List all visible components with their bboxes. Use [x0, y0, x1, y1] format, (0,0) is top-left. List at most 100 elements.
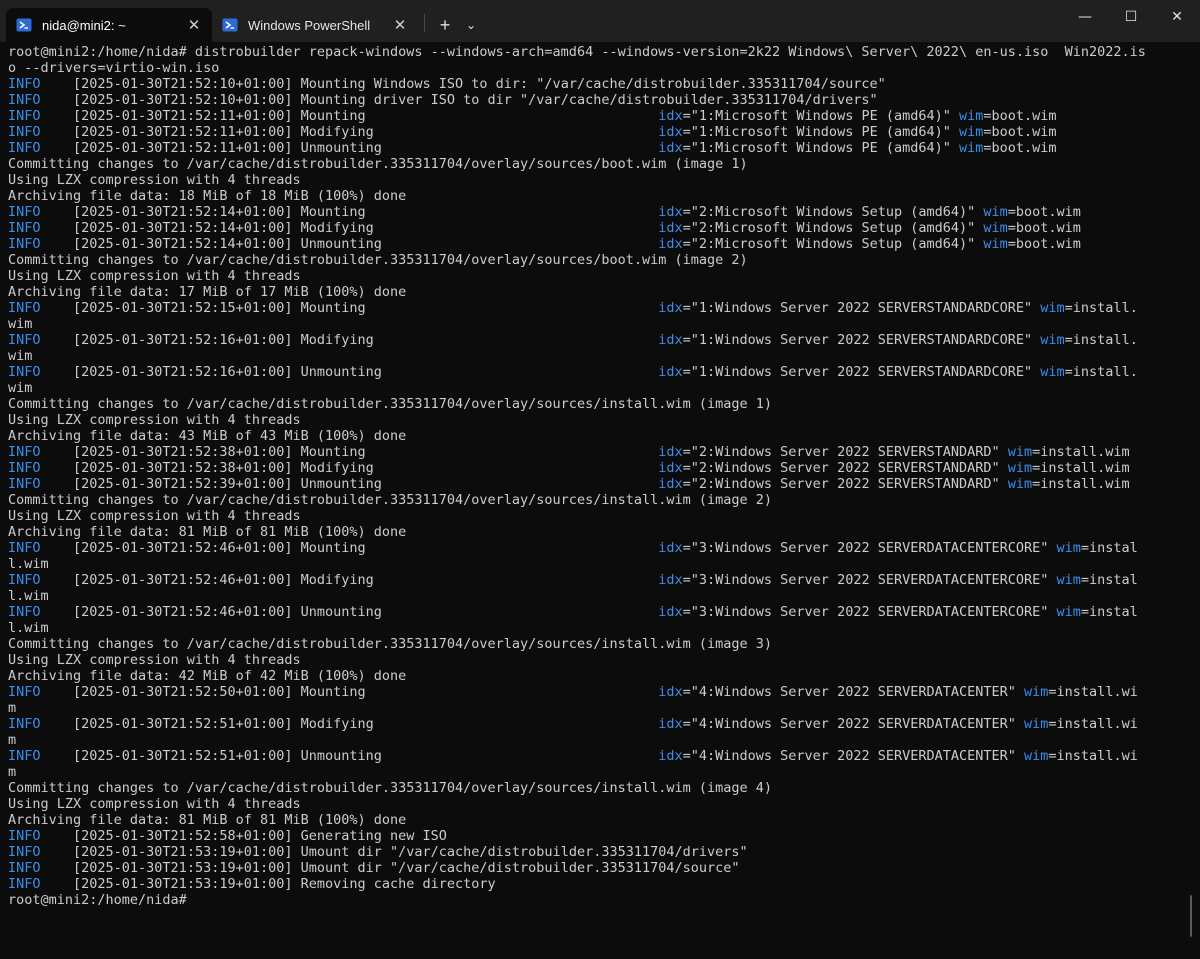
close-window-button[interactable]: ✕ [1154, 0, 1200, 34]
maximize-button[interactable]: ☐ [1108, 0, 1154, 34]
line-text: Committing changes to /var/cache/distrob… [8, 156, 748, 172]
idx-value: "1:Microsoft Windows PE (amd64)" [690, 124, 959, 140]
wim-value: install.wi [1056, 716, 1138, 732]
close-tab-icon[interactable]: ✕ [186, 16, 202, 34]
wim-key: wim [983, 204, 1008, 220]
terminal-line: Archiving file data: 81 MiB of 81 MiB (1… [8, 524, 1184, 540]
wim-key: wim [1024, 684, 1049, 700]
new-tab-button[interactable]: + [431, 8, 459, 42]
tab-strip: nida@mini2: ~ ✕ Windows PowerShell ✕ + ⌄ [0, 0, 483, 42]
idx-value: "3:Windows Server 2022 SERVERDATACENTERC… [690, 604, 1057, 620]
terminal-line: INFO [2025-01-30T21:52:51+01:00] Unmount… [8, 748, 1138, 764]
log-message: [2025-01-30T21:52:14+01:00] Modifying [40, 220, 659, 236]
log-message: [2025-01-30T21:52:16+01:00] Modifying [40, 332, 659, 348]
idx-value: "4:Windows Server 2022 SERVERDATACENTER" [690, 716, 1025, 732]
terminal-line: Committing changes to /var/cache/distrob… [8, 492, 1184, 508]
terminal-scrollbar[interactable] [1190, 895, 1192, 937]
line-text: Committing changes to /var/cache/distrob… [8, 252, 748, 268]
terminal-line: Archiving file data: 18 MiB of 18 MiB (1… [8, 188, 1184, 204]
terminal-line: INFO [2025-01-30T21:52:51+01:00] Modifyi… [8, 716, 1138, 732]
wim-value: instal [1089, 572, 1138, 588]
log-message: [2025-01-30T21:53:19+01:00] Umount dir "… [40, 844, 748, 860]
wim-key: wim [1056, 604, 1081, 620]
line-text: root@mini2:/home/nida# distrobuilder rep… [8, 44, 1146, 60]
log-level: INFO [8, 124, 41, 140]
wim-value: instal [1089, 540, 1138, 556]
terminal-line: m [8, 764, 1184, 780]
log-level: INFO [8, 540, 41, 556]
idx-key: idx [658, 748, 683, 764]
wim-key: wim [1007, 460, 1033, 476]
terminal-line: INFO [2025-01-30T21:53:19+01:00] Umount … [8, 860, 1184, 876]
terminal-line: Committing changes to /var/cache/distrob… [8, 780, 1184, 796]
line-text: m [8, 700, 17, 716]
terminal-line: INFO [2025-01-30T21:52:16+01:00] Modifyi… [8, 332, 1138, 348]
log-level: INFO [8, 716, 41, 732]
terminal-line: INFO [2025-01-30T21:52:14+01:00] Unmount… [8, 236, 1081, 252]
line-text: Committing changes to /var/cache/distrob… [8, 492, 773, 508]
line-text: Committing changes to /var/cache/distrob… [8, 396, 773, 412]
wim-value: install.wim [1040, 460, 1130, 476]
log-message: [2025-01-30T21:52:14+01:00] Mounting [40, 204, 659, 220]
log-message: [2025-01-30T21:52:51+01:00] Unmounting [40, 748, 659, 764]
terminal-line: root@mini2:/home/nida# distrobuilder rep… [8, 44, 1184, 60]
idx-value: "2:Windows Server 2022 SERVERSTANDARD" [690, 476, 1008, 492]
idx-value: "2:Microsoft Windows Setup (amd64)" [690, 220, 984, 236]
line-text: l.wim [8, 620, 49, 636]
idx-value: "2:Windows Server 2022 SERVERSTANDARD" [690, 460, 1008, 476]
log-message: [2025-01-30T21:52:14+01:00] Unmounting [40, 236, 659, 252]
title-bar: nida@mini2: ~ ✕ Windows PowerShell ✕ + ⌄… [0, 0, 1200, 42]
log-level: INFO [8, 748, 41, 764]
idx-key: idx [658, 444, 683, 460]
wim-key: wim [1040, 332, 1065, 348]
log-level: INFO [8, 236, 41, 252]
terminal-line: Using LZX compression with 4 threads [8, 508, 1184, 524]
wim-value: boot.wim [991, 108, 1057, 124]
idx-key: idx [658, 716, 683, 732]
tab-windows-powershell[interactable]: Windows PowerShell ✕ [212, 8, 418, 42]
line-text: Archiving file data: 81 MiB of 81 MiB (1… [8, 524, 407, 540]
terminal-line: INFO [2025-01-30T21:52:58+01:00] Generat… [8, 828, 1184, 844]
line-text: Using LZX compression with 4 threads [8, 652, 301, 668]
minimize-button[interactable]: — [1062, 0, 1108, 34]
idx-value: "2:Microsoft Windows Setup (amd64)" [690, 236, 984, 252]
idx-key: idx [658, 300, 683, 316]
close-tab-icon[interactable]: ✕ [392, 16, 408, 34]
wim-value: instal [1089, 604, 1138, 620]
log-message: [2025-01-30T21:52:46+01:00] Unmounting [40, 604, 659, 620]
line-text: Using LZX compression with 4 threads [8, 172, 301, 188]
terminal-line: INFO [2025-01-30T21:52:14+01:00] Mountin… [8, 204, 1081, 220]
terminal-line: Archiving file data: 42 MiB of 42 MiB (1… [8, 668, 1184, 684]
line-text: Using LZX compression with 4 threads [8, 412, 301, 428]
idx-key: idx [658, 108, 683, 124]
terminal-line: l.wim [8, 556, 1184, 572]
powershell-icon [222, 17, 238, 33]
log-level: INFO [8, 572, 41, 588]
terminal-output[interactable]: root@mini2:/home/nida# distrobuilder rep… [0, 42, 1184, 959]
log-message: [2025-01-30T21:52:10+01:00] Mounting Win… [40, 76, 886, 92]
idx-key: idx [658, 476, 683, 492]
tab-nida-mini2[interactable]: nida@mini2: ~ ✕ [6, 8, 212, 42]
wim-key: wim [1040, 364, 1065, 380]
terminal-line: wim [8, 380, 1184, 396]
tab-dropdown-button[interactable]: ⌄ [459, 8, 483, 42]
log-level: INFO [8, 876, 41, 892]
line-text: wim [8, 348, 33, 364]
line-text: l.wim [8, 556, 49, 572]
terminal-line: INFO [2025-01-30T21:52:11+01:00] Unmount… [8, 140, 1057, 156]
idx-key: idx [658, 540, 683, 556]
log-message: [2025-01-30T21:52:11+01:00] Mounting [40, 108, 659, 124]
wim-value: install.wim [1040, 444, 1130, 460]
wim-value: boot.wim [1015, 204, 1081, 220]
log-level: INFO [8, 204, 41, 220]
log-message: [2025-01-30T21:53:19+01:00] Umount dir "… [40, 860, 740, 876]
terminal-line: INFO [2025-01-30T21:53:19+01:00] Umount … [8, 844, 1184, 860]
log-message: [2025-01-30T21:52:39+01:00] Unmounting [40, 476, 659, 492]
terminal-line: m [8, 732, 1184, 748]
idx-value: "2:Microsoft Windows Setup (amd64)" [690, 204, 984, 220]
idx-key: idx [658, 236, 683, 252]
log-message: [2025-01-30T21:52:51+01:00] Modifying [40, 716, 659, 732]
terminal-line: INFO [2025-01-30T21:52:38+01:00] Mountin… [8, 444, 1130, 460]
wim-key: wim [1056, 572, 1081, 588]
wim-key: wim [1056, 540, 1081, 556]
